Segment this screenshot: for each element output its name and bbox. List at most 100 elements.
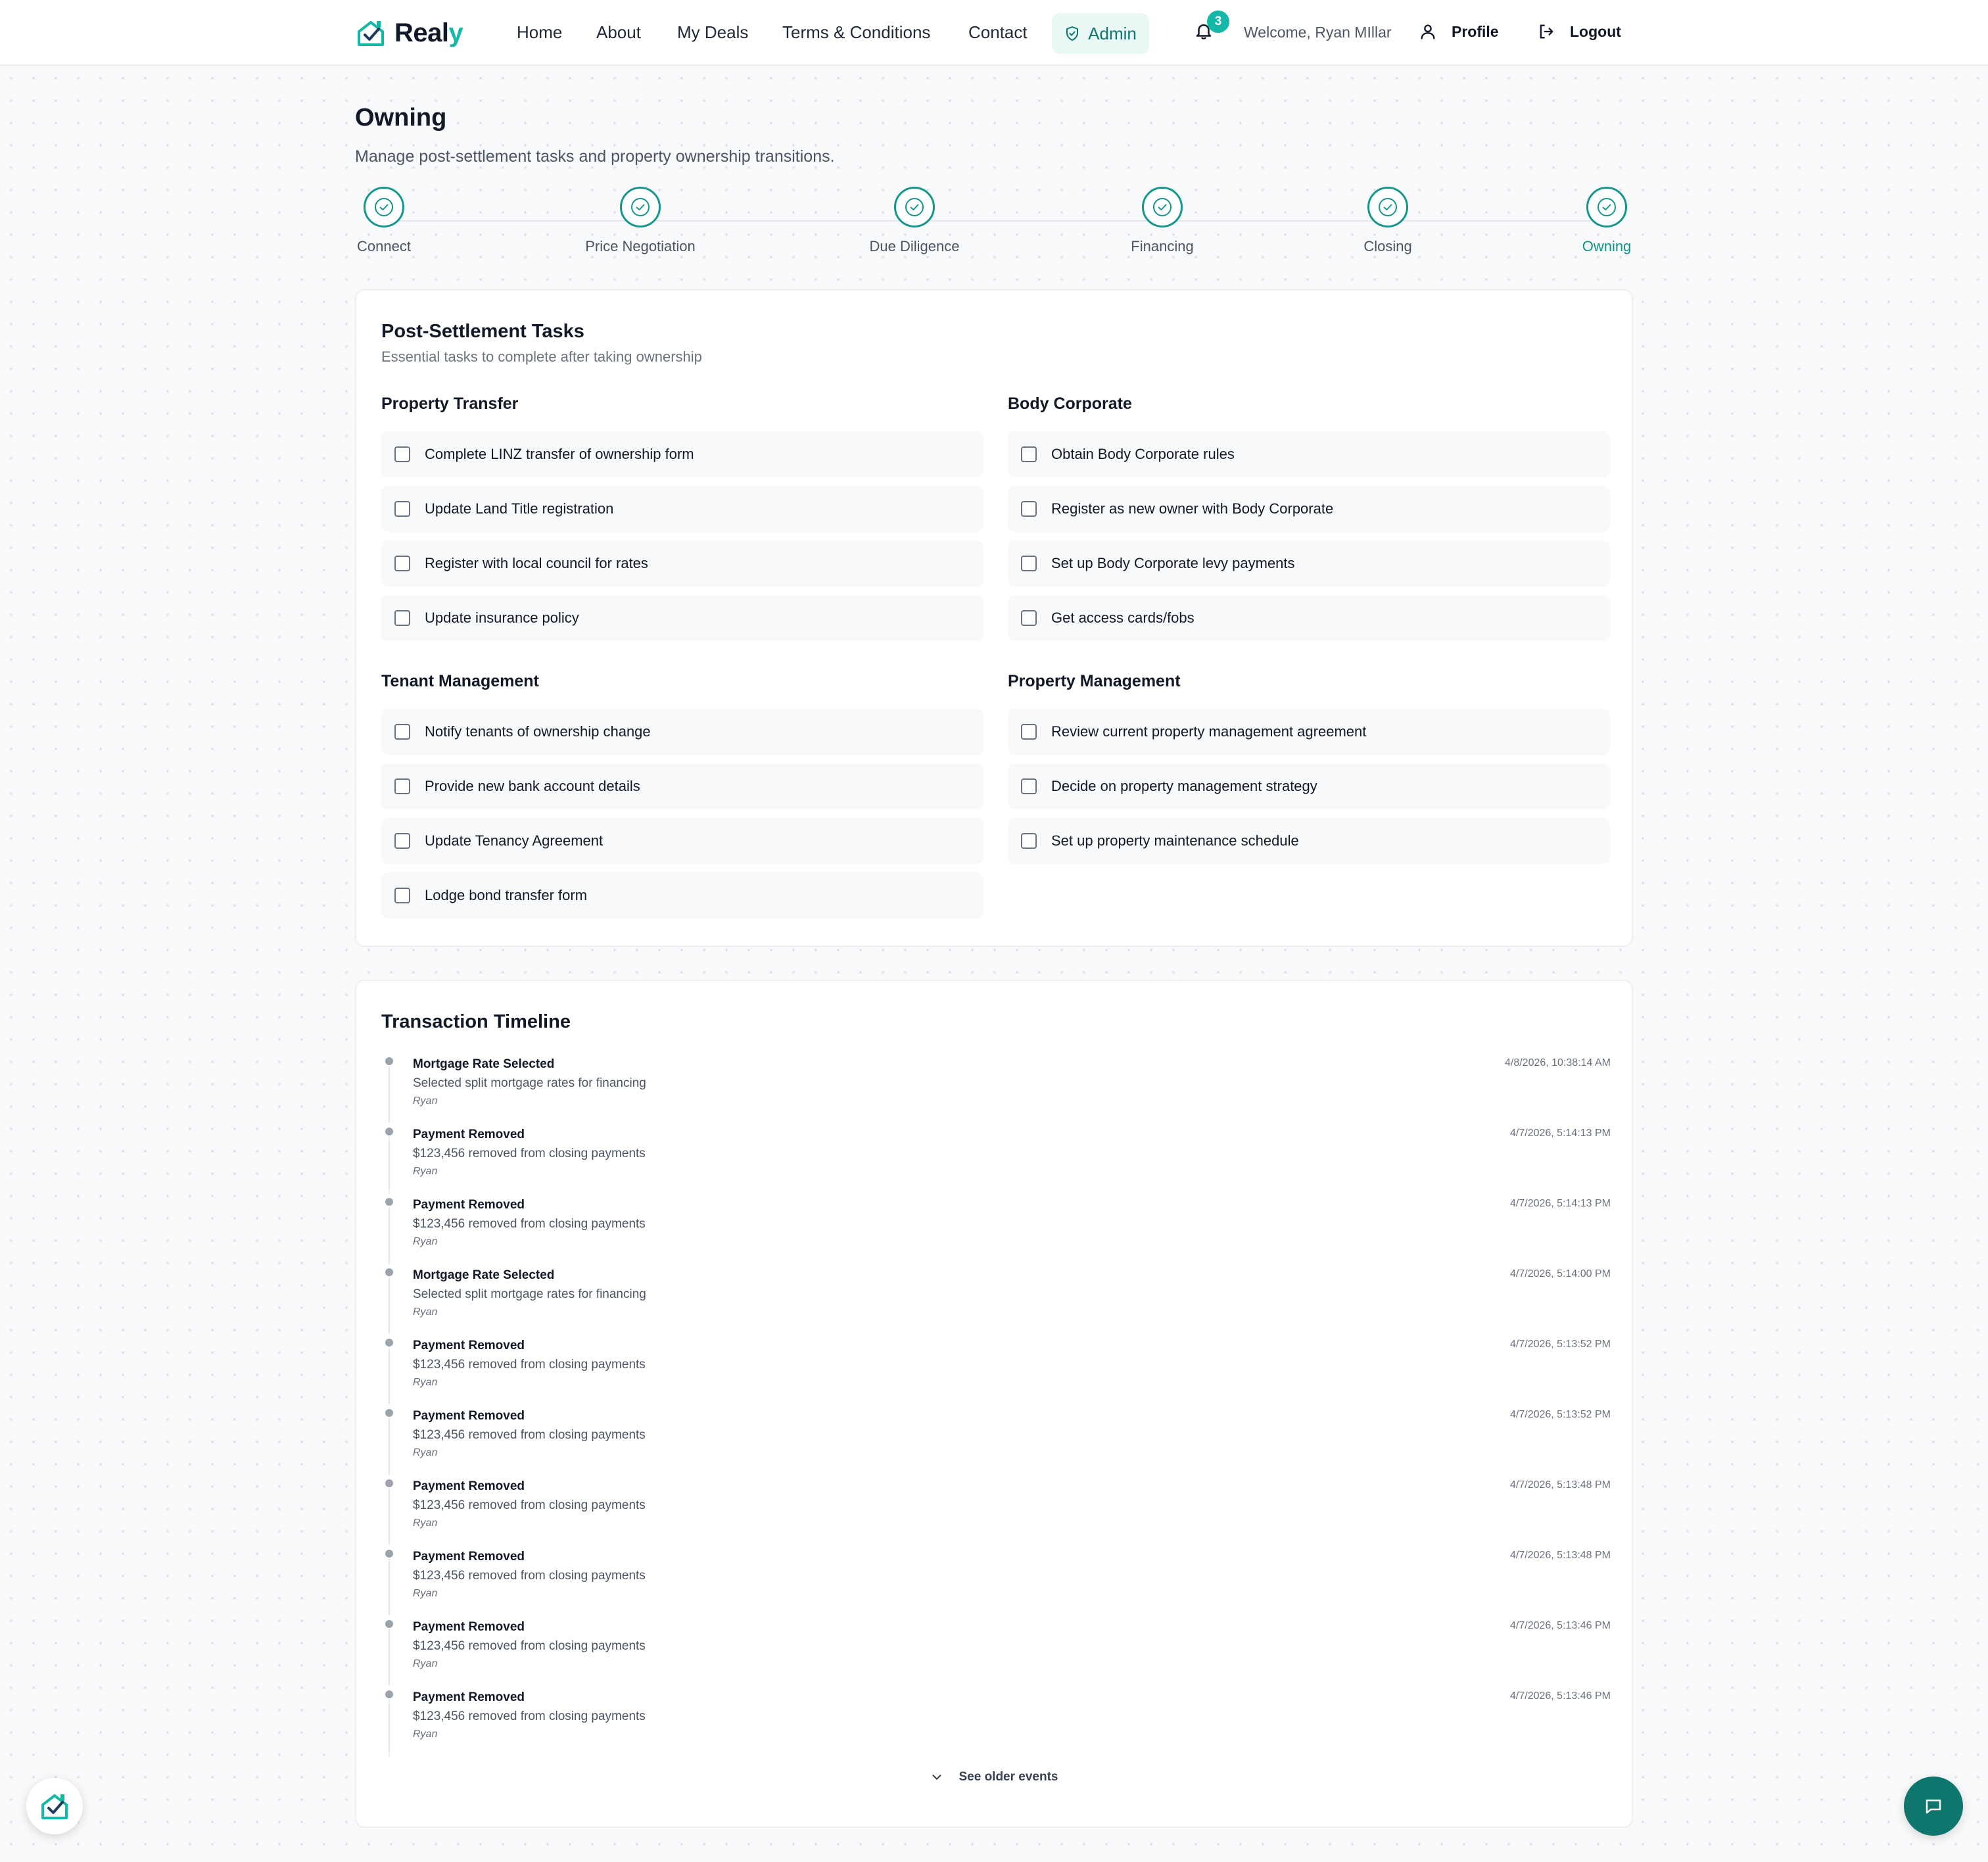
task-label: Notify tenants of ownership change [425, 723, 651, 740]
event-user: Ryan [413, 1447, 438, 1458]
admin-label: Admin [1088, 23, 1137, 43]
task-item[interactable]: Decide on property management strategy [1008, 763, 1610, 809]
task-checkbox[interactable] [1021, 446, 1037, 462]
task-checkbox[interactable] [394, 501, 410, 517]
notification-count-badge: 3 [1207, 11, 1229, 33]
task-checkbox[interactable] [1021, 724, 1037, 740]
check-circle-icon [1598, 198, 1616, 216]
event-user: Ryan [413, 1236, 438, 1247]
event-title: Payment Removed [413, 1620, 525, 1634]
task-checkbox[interactable] [394, 833, 410, 849]
task-checkbox[interactable] [394, 888, 410, 903]
task-checkbox[interactable] [1021, 610, 1037, 626]
task-checkbox[interactable] [394, 724, 410, 740]
timeline-card-title: Transaction Timeline [381, 1011, 571, 1032]
task-item[interactable]: Register with local council for rates [381, 540, 983, 586]
admin-button[interactable]: Admin [1052, 13, 1149, 54]
event-title: Payment Removed [413, 1479, 525, 1493]
see-older-events-button[interactable]: See older events [356, 1770, 1632, 1784]
timeline-dot [385, 1409, 393, 1417]
event-user: Ryan [413, 1095, 438, 1107]
timeline-dot [385, 1550, 393, 1558]
timeline-rail [389, 1348, 390, 1404]
welcome-text: Welcome, Ryan MIllar [1244, 24, 1392, 41]
nav-link-about[interactable]: About [596, 22, 641, 43]
step-closing[interactable]: Closing [1289, 187, 1486, 255]
step-label: Price Negotiation [585, 238, 696, 254]
logout-label: Logout [1570, 22, 1621, 40]
nav-link-terms[interactable]: Terms & Conditions [782, 22, 930, 43]
nav-link-my-deals[interactable]: My Deals [677, 22, 748, 43]
group-title-body-corporate: Body Corporate [1008, 394, 1132, 413]
top-navbar: Realy Home About My Deals Terms & Condit… [0, 0, 1988, 66]
step-circle [1586, 187, 1627, 227]
task-checkbox[interactable] [1021, 778, 1037, 794]
task-label: Obtain Body Corporate rules [1051, 446, 1235, 462]
task-item[interactable]: Lodge bond transfer form [381, 872, 983, 919]
step-price-negotiation[interactable]: Price Negotiation [542, 187, 739, 255]
event-timestamp: 4/7/2026, 5:14:13 PM [1510, 1128, 1611, 1139]
task-item[interactable]: Register as new owner with Body Corporat… [1008, 486, 1610, 532]
step-due-diligence[interactable]: Due Diligence [816, 187, 1013, 255]
timeline-rail [389, 1418, 390, 1475]
event-description: $123,456 removed from closing payments [413, 1428, 646, 1442]
task-item[interactable]: Notify tenants of ownership change [381, 709, 983, 755]
event-title: Payment Removed [413, 1198, 525, 1212]
step-owning[interactable]: Owning [1508, 187, 1705, 255]
task-checkbox[interactable] [394, 446, 410, 462]
step-connect[interactable]: Connect [285, 187, 483, 255]
task-item[interactable]: Set up property maintenance schedule [1008, 818, 1610, 864]
floating-logo-button[interactable] [26, 1778, 83, 1834]
step-circle [1367, 187, 1408, 227]
task-checkbox[interactable] [394, 778, 410, 794]
timeline-event: Payment Removed $123,456 removed from clo… [381, 1335, 1611, 1404]
task-label: Decide on property management strategy [1051, 778, 1317, 794]
timeline-dot [385, 1339, 393, 1347]
task-checkbox[interactable] [1021, 501, 1037, 517]
task-checkbox[interactable] [394, 556, 410, 571]
task-item[interactable]: Update insurance policy [381, 595, 983, 641]
check-circle-icon [1153, 198, 1172, 216]
event-title: Payment Removed [413, 1128, 525, 1141]
timeline-rail [389, 1207, 390, 1264]
task-item[interactable]: Set up Body Corporate levy payments [1008, 540, 1610, 586]
task-item[interactable]: Provide new bank account details [381, 763, 983, 809]
nav-link-contact[interactable]: Contact [968, 22, 1028, 43]
task-checkbox[interactable] [1021, 556, 1037, 571]
task-item[interactable]: Update Land Title registration [381, 486, 983, 532]
logout-button[interactable]: Logout [1537, 22, 1621, 41]
task-label: Complete LINZ transfer of ownership form [425, 446, 694, 462]
task-label: Update insurance policy [425, 609, 579, 626]
chevron-down-icon [932, 1775, 941, 1780]
task-item[interactable]: Update Tenancy Agreement [381, 818, 983, 864]
task-item[interactable]: Obtain Body Corporate rules [1008, 431, 1610, 477]
profile-button[interactable]: Profile [1419, 22, 1499, 41]
task-label: Set up property maintenance schedule [1051, 832, 1299, 849]
task-checkbox[interactable] [1021, 833, 1037, 849]
event-timestamp: 4/7/2026, 5:13:48 PM [1510, 1479, 1611, 1491]
event-user: Ryan [413, 1658, 438, 1669]
logout-icon [1540, 24, 1553, 39]
task-item[interactable]: Complete LINZ transfer of ownership form [381, 431, 983, 477]
page-subtitle: Manage post-settlement tasks and propert… [355, 147, 835, 166]
task-checkbox[interactable] [394, 610, 410, 626]
timeline-event: Payment Removed $123,456 removed from clo… [381, 1475, 1611, 1545]
event-user: Ryan [413, 1517, 438, 1529]
task-item[interactable]: Review current property management agree… [1008, 709, 1610, 755]
event-timestamp: 4/7/2026, 5:13:52 PM [1510, 1409, 1611, 1420]
step-financing[interactable]: Financing [1064, 187, 1261, 255]
timeline-event: Payment Removed $123,456 removed from clo… [381, 1546, 1611, 1615]
timeline-rail [389, 1700, 390, 1756]
event-description: $123,456 removed from closing payments [413, 1569, 646, 1583]
timeline-rail [389, 1489, 390, 1545]
timeline-dot [385, 1198, 393, 1206]
house-check-icon [358, 21, 384, 46]
task-item[interactable]: Get access cards/fobs [1008, 595, 1610, 641]
chat-button[interactable] [1904, 1777, 1963, 1836]
event-timestamp: 4/7/2026, 5:14:00 PM [1510, 1268, 1611, 1279]
nav-link-home[interactable]: Home [517, 22, 562, 43]
brand-logo[interactable]: Realy [355, 17, 463, 49]
timeline-rail [389, 1629, 390, 1686]
see-older-events-label: See older events [958, 1770, 1058, 1784]
event-user: Ryan [413, 1588, 438, 1599]
